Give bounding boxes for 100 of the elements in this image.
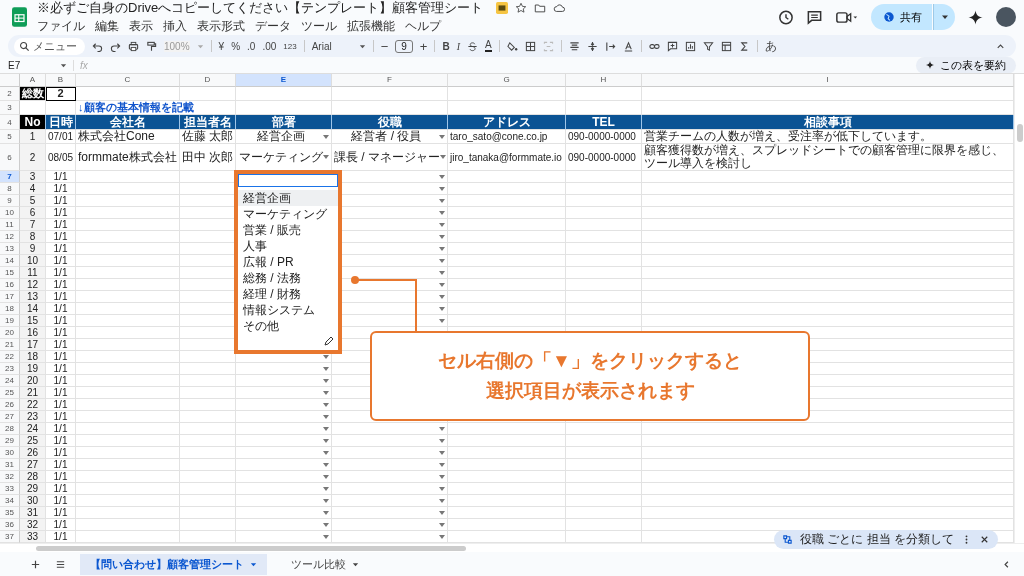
row-number[interactable]: 15: [0, 267, 20, 279]
menu-item[interactable]: 挿入: [163, 18, 187, 35]
dropdown-option[interactable]: 情報システム: [238, 302, 338, 318]
decrease-font-size-button[interactable]: −: [380, 38, 389, 54]
column-header[interactable]: E: [236, 74, 332, 87]
row-number[interactable]: 29: [0, 435, 20, 447]
row-number[interactable]: 5: [0, 130, 20, 144]
table-cell: 1/1: [46, 195, 76, 207]
italic-button[interactable]: I: [456, 40, 460, 52]
row-number[interactable]: 7: [0, 171, 20, 183]
table-cell: 090-0000-0000: [566, 144, 642, 171]
row-number[interactable]: 8: [0, 183, 20, 195]
column-header[interactable]: F: [332, 74, 448, 87]
table-cell: 1/1: [46, 435, 76, 447]
column-header[interactable]: H: [566, 74, 642, 87]
font-size-field[interactable]: 9: [395, 39, 413, 53]
menu-item[interactable]: 表示形式: [197, 18, 245, 35]
dropdown-option[interactable]: 営業 / 販売: [238, 222, 338, 238]
row-number[interactable]: 28: [0, 423, 20, 435]
row-number[interactable]: 33: [0, 483, 20, 495]
row-number[interactable]: 19: [0, 315, 20, 327]
dropdown-option[interactable]: 経理 / 財務: [238, 286, 338, 302]
row-number[interactable]: 13: [0, 243, 20, 255]
font-select[interactable]: Arial: [311, 40, 352, 52]
menu-search-field[interactable]: メニュー: [14, 37, 85, 55]
row-number[interactable]: 32: [0, 471, 20, 483]
sheet-tab[interactable]: 【問い合わせ】顧客管理シート: [80, 553, 267, 575]
menu-item[interactable]: 表示: [129, 18, 153, 35]
dropdown-option[interactable]: 経営企画: [238, 190, 338, 206]
row-number[interactable]: 16: [0, 279, 20, 291]
table-cell: 1/1: [46, 471, 76, 483]
table-header: アドレス: [448, 115, 566, 130]
dropdown-option[interactable]: 広報 / PR: [238, 254, 338, 270]
row-number[interactable]: 35: [0, 507, 20, 519]
table-cell: 佐藤 太郎: [180, 130, 236, 144]
column-header[interactable]: B: [46, 74, 76, 87]
row-number[interactable]: 23: [0, 363, 20, 375]
dropdown-option[interactable]: 総務 / 法務: [238, 270, 338, 286]
row-number[interactable]: 4: [0, 115, 20, 130]
table-cell: 18: [20, 351, 46, 363]
table-cell: 21: [20, 387, 46, 399]
row-number[interactable]: 21: [0, 339, 20, 351]
table-cell: 1/1: [46, 339, 76, 351]
row-number[interactable]: 17: [0, 291, 20, 303]
increase-font-size-button[interactable]: +: [419, 38, 428, 54]
menu-item[interactable]: 拡張機能: [347, 18, 395, 35]
dropdown-option[interactable]: 人事: [238, 238, 338, 254]
menu-item[interactable]: データ: [255, 18, 291, 35]
table-cell: 9: [20, 243, 46, 255]
row-number[interactable]: 20: [0, 327, 20, 339]
menu-item[interactable]: ヘルプ: [405, 18, 441, 35]
row-number[interactable]: 25: [0, 387, 20, 399]
row-number[interactable]: 26: [0, 399, 20, 411]
sheet-tab[interactable]: ツール比較: [281, 553, 369, 575]
row-number[interactable]: 11: [0, 219, 20, 231]
share-button[interactable]: 共有: [871, 4, 932, 30]
dropdown-option[interactable]: マーケティング: [238, 206, 338, 222]
column-header[interactable]: C: [76, 74, 180, 87]
column-header[interactable]: I: [642, 74, 1014, 87]
increase-decimal-button[interactable]: .00: [262, 40, 277, 52]
table-cell: 29: [20, 483, 46, 495]
row-number[interactable]: 34: [0, 495, 20, 507]
table-cell: 1/1: [46, 303, 76, 315]
dropdown-option[interactable]: その他: [238, 318, 338, 334]
row-number[interactable]: 36: [0, 519, 20, 531]
table-cell: 1/1: [46, 327, 76, 339]
text-color-button[interactable]: A: [485, 40, 492, 52]
suggestion-text: 役職 ごとに 担当 を分類して: [800, 531, 954, 548]
dropdown-cell[interactable]: 経営企画: [236, 130, 332, 144]
row-number[interactable]: 37: [0, 531, 20, 543]
menu-item[interactable]: 編集: [95, 18, 119, 35]
row-number[interactable]: 3: [0, 101, 20, 115]
document-title[interactable]: ※必ずご自身のDriveへコピーしてください【テンプレート】顧客管理シート: [37, 0, 484, 17]
row-number[interactable]: 27: [0, 411, 20, 423]
row-number[interactable]: 2: [0, 87, 20, 101]
column-header[interactable]: G: [448, 74, 566, 87]
row-number[interactable]: 10: [0, 207, 20, 219]
row-number[interactable]: 6: [0, 144, 20, 171]
dropdown-cell[interactable]: 経営者 / 役員: [332, 130, 448, 144]
row-number[interactable]: 14: [0, 255, 20, 267]
table-cell: 1/1: [46, 351, 76, 363]
menu-item[interactable]: ツール: [301, 18, 337, 35]
suggestion-chip[interactable]: 役職 ごとに 担当 を分類して: [774, 530, 998, 549]
bold-button[interactable]: B: [442, 40, 450, 52]
table-cell: formmate株式会社: [76, 144, 180, 171]
decrease-decimal-button[interactable]: .0: [247, 40, 256, 52]
table-cell: 顧客獲得数が増え、スプレッドシートでの顧客管理に限界を感じ、ツール導入を検討し: [642, 144, 1014, 171]
percent-button[interactable]: %: [231, 40, 241, 52]
row-number[interactable]: 12: [0, 231, 20, 243]
menu-item[interactable]: ファイル: [37, 18, 85, 35]
row-number[interactable]: 31: [0, 459, 20, 471]
currency-button[interactable]: ¥: [218, 40, 225, 52]
row-number[interactable]: 9: [0, 195, 20, 207]
name-box[interactable]: E7: [8, 59, 54, 71]
row-number[interactable]: 24: [0, 375, 20, 387]
row-number[interactable]: 30: [0, 447, 20, 459]
input-tools-button[interactable]: あ: [764, 37, 777, 55]
number-format-button[interactable]: 123: [283, 41, 297, 51]
row-number[interactable]: 18: [0, 303, 20, 315]
row-number[interactable]: 22: [0, 351, 20, 363]
